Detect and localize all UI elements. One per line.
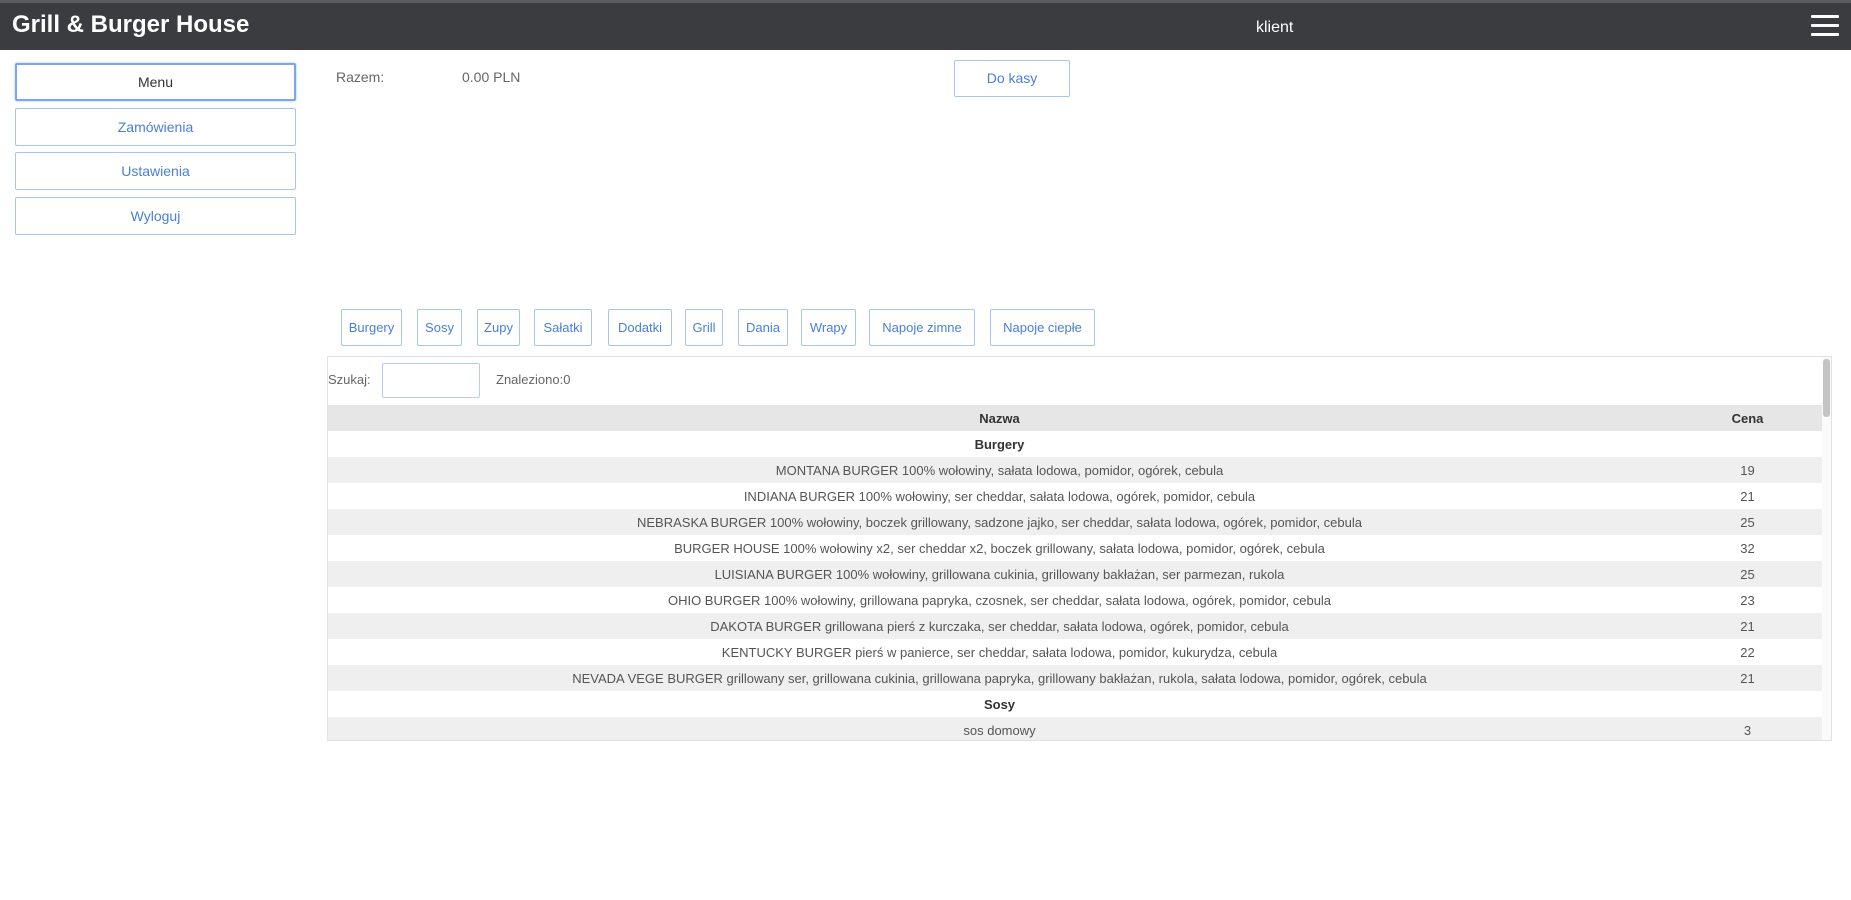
item-name: NEVADA VEGE BURGER grillowany ser, grill…	[328, 665, 1671, 691]
table-row[interactable]: LUISIANA BURGER 100% wołowiny, grillowan…	[328, 561, 1824, 587]
item-price: 22	[1671, 639, 1824, 665]
table-row[interactable]: DAKOTA BURGER grillowana pierś z kurczak…	[328, 613, 1824, 639]
sidebar-item-orders[interactable]: Zamówienia	[15, 108, 296, 146]
category-tab-grill[interactable]: Grill	[685, 309, 723, 346]
item-price: 21	[1671, 613, 1824, 639]
category-tab-burgery[interactable]: Burgery	[341, 309, 402, 346]
category-tab-napoje-cieple[interactable]: Napoje ciepłe	[990, 309, 1095, 346]
checkout-button[interactable]: Do kasy	[954, 60, 1070, 97]
category-header-label: Burgery	[328, 431, 1671, 457]
found-count: Znaleziono:0	[496, 372, 571, 387]
table-scrollbar[interactable]	[1822, 357, 1831, 740]
item-name: LUISIANA BURGER 100% wołowiny, grillowan…	[328, 561, 1671, 587]
item-price: 19	[1671, 457, 1824, 483]
category-header-filler	[1671, 691, 1824, 717]
table-row[interactable]: BURGER HOUSE 100% wołowiny x2, ser chedd…	[328, 535, 1824, 561]
category-header-filler	[1671, 431, 1824, 457]
scrollbar-thumb[interactable]	[1823, 359, 1830, 417]
menu-table: Nazwa Cena Burgery MONTANA BURGER 100% wo…	[328, 405, 1824, 740]
cart-total-value: 0.00 PLN	[462, 69, 521, 85]
item-name: INDIANA BURGER 100% wołowiny, ser chedda…	[328, 483, 1671, 509]
menu-table-wrap: Nazwa Cena Burgery MONTANA BURGER 100% wo…	[328, 405, 1824, 740]
item-price: 32	[1671, 535, 1824, 561]
menu-table-panel: Szukaj: Znaleziono:0 Nazwa Cena Burgery M…	[327, 356, 1832, 741]
item-price: 23	[1671, 587, 1824, 613]
item-price: 3	[1671, 717, 1824, 740]
column-header-price: Cena	[1671, 405, 1824, 431]
sidebar-item-settings[interactable]: Ustawienia	[15, 152, 296, 190]
search-input[interactable]	[382, 363, 480, 398]
sidebar-item-logout[interactable]: Wyloguj	[15, 197, 296, 235]
category-tab-salatki[interactable]: Sałatki	[534, 309, 592, 346]
app-brand[interactable]: Grill & Burger House	[12, 11, 249, 39]
category-header-label: Sosy	[328, 691, 1671, 717]
cart-total-label: Razem:	[336, 69, 385, 85]
category-tab-sosy[interactable]: Sosy	[417, 309, 462, 346]
category-header-row: Sosy	[328, 691, 1824, 717]
table-row[interactable]: OHIO BURGER 100% wołowiny, grillowana pa…	[328, 587, 1824, 613]
user-label: klient	[1256, 19, 1294, 36]
table-row[interactable]: MONTANA BURGER 100% wołowiny, sałata lod…	[328, 457, 1824, 483]
sidebar-item-menu[interactable]: Menu	[15, 63, 296, 101]
item-name: MONTANA BURGER 100% wołowiny, sałata lod…	[328, 457, 1671, 483]
hamburger-menu-icon[interactable]	[1811, 15, 1839, 41]
category-tab-wrapy[interactable]: Wrapy	[801, 309, 856, 346]
category-tab-zupy[interactable]: Zupy	[477, 309, 520, 346]
column-header-name: Nazwa	[328, 405, 1671, 431]
item-name: OHIO BURGER 100% wołowiny, grillowana pa…	[328, 587, 1671, 613]
item-name: sos domowy	[328, 717, 1671, 740]
item-name: KENTUCKY BURGER pierś w panierce, ser ch…	[328, 639, 1671, 665]
item-name: DAKOTA BURGER grillowana pierś z kurczak…	[328, 613, 1671, 639]
category-tab-dodatki[interactable]: Dodatki	[608, 309, 672, 346]
item-price: 25	[1671, 561, 1824, 587]
item-price: 25	[1671, 509, 1824, 535]
table-row[interactable]: NEVADA VEGE BURGER grillowany ser, grill…	[328, 665, 1824, 691]
menu-table-body: Burgery MONTANA BURGER 100% wołowiny, sał…	[328, 431, 1824, 740]
table-row[interactable]: NEBRASKA BURGER 100% wołowiny, boczek gr…	[328, 509, 1824, 535]
category-tab-dania[interactable]: Dania	[738, 309, 788, 346]
table-header-row: Nazwa Cena	[328, 405, 1824, 431]
item-price: 21	[1671, 483, 1824, 509]
search-label: Szukaj:	[328, 372, 371, 387]
item-name: BURGER HOUSE 100% wołowiny x2, ser chedd…	[328, 535, 1671, 561]
item-name: NEBRASKA BURGER 100% wołowiny, boczek gr…	[328, 509, 1671, 535]
table-row[interactable]: sos domowy 3	[328, 717, 1824, 740]
category-header-row: Burgery	[328, 431, 1824, 457]
table-row[interactable]: INDIANA BURGER 100% wołowiny, ser chedda…	[328, 483, 1824, 509]
category-tab-napoje-zimne[interactable]: Napoje zimne	[869, 309, 975, 346]
top-navbar: Grill & Burger House klient	[0, 0, 1851, 50]
table-row[interactable]: KENTUCKY BURGER pierś w panierce, ser ch…	[328, 639, 1824, 665]
item-price: 21	[1671, 665, 1824, 691]
